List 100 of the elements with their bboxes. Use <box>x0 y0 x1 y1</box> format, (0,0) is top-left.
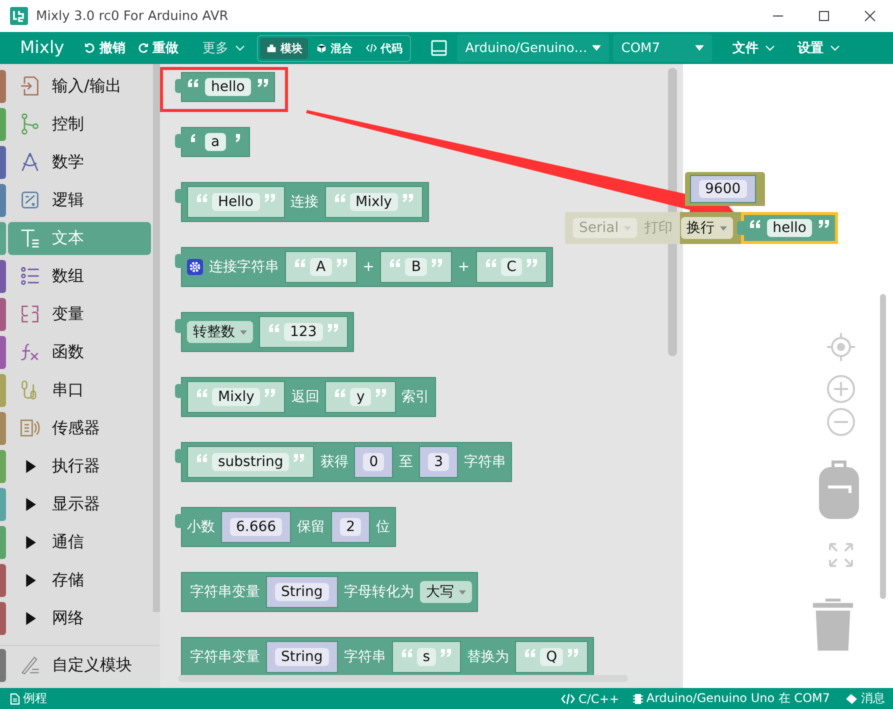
open-quote-icon <box>389 258 402 268</box>
quoted-text-socket[interactable]: B <box>380 251 452 283</box>
serial-print-block[interactable]: Serial 打印 换行 <box>565 212 741 244</box>
category-item[interactable]: 输入/输出 <box>8 70 151 102</box>
sidebar-scrollbar[interactable] <box>153 64 160 612</box>
serial-begin-block[interactable]: 9600 <box>685 172 765 206</box>
category-item[interactable]: 自定义模块 <box>8 648 151 682</box>
category-item[interactable]: 变量 <box>8 298 151 330</box>
open-quote-icon <box>748 219 761 229</box>
category-item[interactable]: 存储 <box>8 564 151 596</box>
open-quote-icon <box>484 258 497 268</box>
gear-icon[interactable] <box>187 259 203 275</box>
redo-icon <box>137 42 150 54</box>
open-quote-icon <box>196 388 208 398</box>
value-socket[interactable]: String <box>266 641 338 673</box>
close-quote-icon <box>567 648 580 658</box>
value-socket[interactable]: 6.666 <box>221 511 292 543</box>
function-icon <box>19 341 41 363</box>
value-socket[interactable]: 9600 <box>690 175 756 203</box>
value-socket[interactable]: 3 <box>419 446 458 478</box>
block-label: + <box>458 259 470 275</box>
quoted-text-socket[interactable]: C <box>476 251 548 283</box>
code-icon <box>366 43 378 53</box>
value-socket[interactable]: String <box>266 576 338 608</box>
branch-icon <box>19 113 41 135</box>
mode-tab[interactable]: 混合 <box>310 38 358 58</box>
category-item[interactable]: 控制 <box>8 108 151 140</box>
close-quote-icon <box>336 258 348 268</box>
text-value[interactable]: a <box>205 133 226 151</box>
redo-button[interactable]: 重做 <box>131 39 184 57</box>
category-item[interactable]: 数组 <box>8 260 151 292</box>
block-dropdown[interactable]: 换行 <box>680 217 733 239</box>
variable-icon <box>19 303 41 325</box>
backpack-icon[interactable] <box>818 459 860 519</box>
caret-icon <box>235 45 246 51</box>
category-item[interactable]: 串口 <box>8 374 151 406</box>
quoted-text-socket[interactable]: Mixly <box>187 381 286 413</box>
block-label: 连接字符串 <box>209 258 279 276</box>
flyout-horizontal-scrollbar[interactable] <box>178 675 628 682</box>
code-icon <box>561 692 576 704</box>
language-indicator[interactable]: C/C++ <box>561 692 620 706</box>
examples-button[interactable]: 例程 <box>10 690 47 707</box>
category-item[interactable]: 传感器 <box>8 412 151 444</box>
fullscreen-icon[interactable] <box>828 542 854 568</box>
caret-icon <box>695 45 704 51</box>
file-menu[interactable]: 文件 <box>726 39 782 57</box>
close-quote-icon <box>256 78 269 88</box>
category-item[interactable]: 函数 <box>8 336 151 368</box>
quoted-text-socket[interactable]: substring <box>187 446 314 478</box>
maximize-icon[interactable] <box>818 10 830 22</box>
document-icon <box>10 692 20 704</box>
mode-tab[interactable]: 模块 <box>260 38 308 58</box>
layout-icon[interactable] <box>431 40 448 56</box>
messages-button[interactable]: 消息 <box>844 690 885 707</box>
block-label: 索引 <box>402 388 430 406</box>
open-quote-icon <box>400 648 413 658</box>
quoted-text-socket[interactable]: s <box>392 641 462 673</box>
value-socket[interactable]: 0 <box>354 446 394 478</box>
undo-button[interactable]: 撤销 <box>78 39 132 57</box>
zoom-in-icon[interactable] <box>826 374 856 404</box>
quoted-text-socket[interactable]: Q <box>515 641 588 673</box>
close-quote-icon <box>818 219 830 229</box>
quoted-text-socket[interactable]: A <box>285 251 357 283</box>
category-item[interactable]: 显示器 <box>8 488 151 520</box>
caret-icon <box>624 226 631 230</box>
code-block[interactable]: 字符串变量 String 字母转化为 大写 <box>181 572 478 612</box>
open-quote-icon <box>334 388 346 398</box>
block-dropdown[interactable]: 大写 <box>420 581 472 603</box>
chip-icon <box>633 692 644 704</box>
quoted-text-socket[interactable]: Hello <box>187 186 284 218</box>
category-item[interactable]: 网络 <box>8 602 151 634</box>
workspace-scrollbar[interactable] <box>880 294 886 599</box>
puzzle-icon <box>266 43 278 53</box>
open-quote-icon <box>334 193 346 203</box>
quoted-text-socket[interactable]: 123 <box>259 316 348 348</box>
block-dropdown[interactable]: 转整数 <box>187 321 253 343</box>
close-icon[interactable] <box>864 10 876 22</box>
category-item[interactable]: 通信 <box>8 526 151 558</box>
sensor-icon <box>19 417 41 439</box>
code-block[interactable]: 字符串变量 String 字符串 s 替换为 Q <box>181 637 594 677</box>
compass-icon <box>19 151 41 173</box>
quoted-text-socket[interactable]: y <box>325 381 396 413</box>
board-indicator[interactable]: Arduino/Genuino Uno 在 COM7 <box>633 690 830 707</box>
quoted-text-socket[interactable]: Mixly <box>324 186 423 218</box>
block-label: 字符串 <box>344 648 386 666</box>
target-icon[interactable] <box>826 332 856 362</box>
close-quote-icon <box>440 648 452 658</box>
text-value[interactable]: hello <box>205 78 251 96</box>
category-item[interactable]: 逻辑 <box>8 184 151 216</box>
zoom-out-icon[interactable] <box>826 407 856 437</box>
block-label: 字符串变量 <box>190 583 260 601</box>
list-icon <box>19 265 41 287</box>
caret-icon <box>765 45 776 51</box>
category-item[interactable]: 数学 <box>8 146 151 178</box>
value-socket[interactable]: 2 <box>331 511 370 543</box>
mode-tab[interactable]: 代码 <box>360 38 408 58</box>
category-item[interactable]: 执行器 <box>8 450 151 482</box>
open-quote-icon <box>196 193 208 203</box>
text-value[interactable]: hello <box>766 219 812 237</box>
settings-menu[interactable]: 设置 <box>791 39 846 57</box>
